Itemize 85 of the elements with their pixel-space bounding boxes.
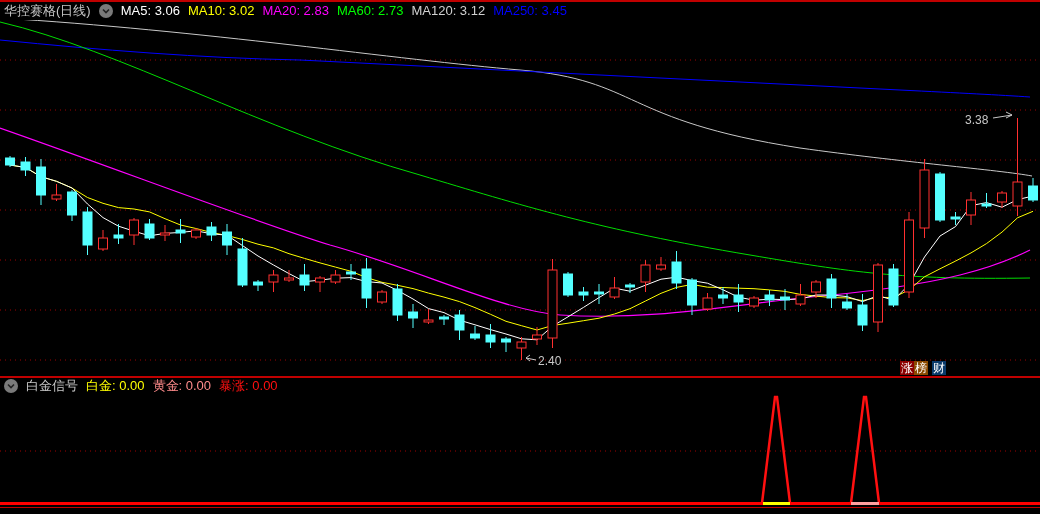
candlestick	[563, 271, 573, 298]
high-price-label: 3.38	[965, 113, 989, 127]
tag-badge: 榜	[914, 361, 928, 375]
candlestick	[175, 218, 186, 244]
candlestick	[454, 309, 465, 341]
indicator-value: 白金: 0.00	[86, 377, 145, 395]
candlestick	[82, 206, 93, 256]
leader-line	[992, 111, 1013, 119]
indicator-value: 黄金: 0.00	[152, 377, 212, 395]
indicator-value: 暴涨: 0.00	[219, 377, 278, 395]
candlestick	[873, 262, 883, 333]
dropdown-icon[interactable]	[98, 4, 113, 18]
candlestick	[206, 221, 217, 242]
leader-line	[525, 354, 537, 362]
candlestick	[253, 279, 263, 292]
candlestick	[160, 224, 170, 242]
candlestick	[470, 325, 480, 341]
candlestick	[36, 158, 46, 206]
indicator-title: 白金信号	[26, 377, 78, 395]
indicator-value: MA60: 2.73	[336, 2, 404, 20]
candlestick	[702, 292, 713, 312]
stock-title: 华控赛格(日线)	[4, 2, 91, 20]
candlestick	[718, 286, 728, 305]
candlestick	[780, 288, 790, 311]
candlestick	[67, 189, 77, 222]
candlestick	[625, 282, 635, 294]
candlestick	[687, 277, 697, 316]
candlestick	[268, 269, 279, 293]
candlestick	[656, 256, 666, 272]
candlestick	[640, 259, 651, 293]
candlestick	[299, 263, 310, 292]
candlestick	[749, 295, 759, 309]
indicator-value: MA20: 2.83	[262, 2, 329, 20]
candlestick	[222, 223, 232, 256]
signal-bar	[763, 502, 790, 505]
candlestick	[315, 275, 325, 293]
dropdown-icon[interactable]	[4, 379, 18, 393]
candlestick	[113, 223, 124, 245]
candlestick	[950, 211, 961, 226]
candlestick	[764, 289, 775, 307]
candlestick	[408, 303, 418, 329]
candlestick	[377, 289, 387, 305]
candlestick	[51, 183, 62, 202]
candlestick	[594, 283, 604, 305]
candlestick	[20, 156, 31, 177]
candlestick	[237, 237, 248, 288]
candlestick	[439, 314, 449, 326]
candlestick	[1028, 177, 1038, 203]
candlestick	[361, 257, 372, 309]
candlestick	[966, 191, 976, 226]
candlestick	[997, 190, 1007, 209]
candlestick	[144, 218, 155, 241]
candlestick	[346, 263, 356, 281]
candlestick	[733, 283, 744, 313]
candlestick	[423, 308, 434, 325]
tag-badge: 涨	[900, 361, 914, 375]
candlestick	[330, 269, 341, 285]
candlestick	[811, 279, 821, 299]
candlestick	[888, 263, 899, 308]
candlestick	[5, 155, 15, 168]
candlestick	[826, 273, 837, 309]
indicator-value: MA5: 3.06	[120, 2, 180, 20]
candlestick	[842, 293, 852, 311]
candlestick	[284, 269, 294, 283]
candlestick	[671, 250, 682, 290]
indicator-value: MA10: 3.02	[187, 2, 255, 20]
candlestick	[857, 293, 868, 332]
candlestick	[501, 336, 511, 353]
candlestick	[129, 217, 139, 246]
candlestick	[532, 326, 542, 346]
candlestick	[98, 229, 108, 252]
candlestick	[981, 192, 992, 209]
tag-badge: 财	[932, 361, 946, 375]
candlestick	[609, 276, 620, 300]
candlestick	[795, 283, 806, 307]
candlestick	[578, 286, 589, 302]
candlestick	[516, 336, 527, 361]
low-price-label: 2.40	[538, 354, 562, 368]
candlestick	[935, 171, 945, 223]
signal-bar	[851, 502, 879, 505]
candlestick	[191, 227, 201, 240]
candlestick	[485, 323, 496, 349]
indicator-value: MA120: 3.12	[411, 2, 486, 20]
candlestick	[392, 283, 403, 322]
indicator-value: MA250: 3.45	[493, 2, 567, 20]
